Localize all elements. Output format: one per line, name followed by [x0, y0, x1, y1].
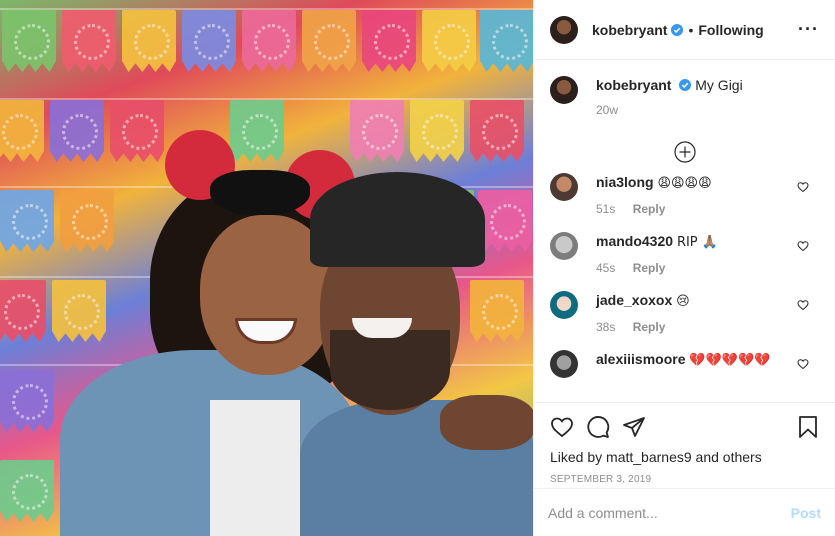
post-actions: Liked by matt_barnes9 and others SEPTEMB… [534, 402, 835, 488]
caption-avatar[interactable] [550, 76, 578, 104]
likes-suffix[interactable]: and others [696, 449, 762, 465]
comment-avatar[interactable] [550, 232, 578, 260]
comment-icon[interactable] [586, 415, 610, 439]
papel-picado-flag [242, 10, 296, 72]
likes-prefix: Liked by [550, 449, 603, 465]
sequin-bow [210, 170, 310, 216]
likes-summary: Liked by matt_barnes9 and others [550, 449, 819, 465]
author-username[interactable]: kobebryant [592, 22, 667, 38]
heart-icon[interactable] [550, 415, 574, 439]
papel-picado-flag [0, 100, 44, 162]
comment-item: mando4320 RIP 🙏🏽 45s Reply [550, 232, 819, 275]
comment-username[interactable]: jade_xoxox [596, 292, 672, 308]
man-cap [310, 172, 485, 267]
author-avatar[interactable] [550, 15, 578, 44]
post-sidebar: kobebryant • Following ··· kobebryant My… [533, 0, 835, 536]
caption-text: My Gigi [695, 77, 743, 93]
reply-button[interactable]: Reply [633, 261, 666, 275]
papel-picado-flag [350, 100, 404, 162]
comment-item: nia3long 😩😩😩😩 51s Reply [550, 173, 819, 216]
comment-time[interactable]: 51s [596, 202, 615, 216]
papel-picado-flag [52, 280, 106, 342]
banner-string [0, 8, 533, 10]
papel-picado-flag [0, 460, 54, 522]
post-comment-button[interactable]: Post [791, 505, 821, 521]
comment-heart-icon[interactable] [797, 240, 809, 252]
separator-dot: • [688, 21, 694, 38]
comment-heart-icon[interactable] [797, 358, 809, 370]
comment-text: 💔💔💔💔💔 [689, 353, 771, 368]
comment-avatar[interactable] [550, 291, 578, 319]
post-caption: kobebryant My Gigi 20w [550, 76, 819, 117]
girl-shirt [210, 400, 300, 536]
comment-username[interactable]: mando4320 [596, 233, 673, 249]
bookmark-icon[interactable] [797, 415, 819, 439]
papel-picado-flag [422, 10, 476, 72]
comment-text: 😢 [676, 294, 690, 309]
papel-picado-flag [62, 10, 116, 72]
comment-text: 😩😩😩😩 [657, 176, 712, 191]
papel-picado-flag [0, 370, 54, 432]
verified-badge-icon [679, 79, 692, 91]
liked-by-user[interactable]: matt_barnes9 [606, 449, 692, 465]
man-beard [330, 330, 450, 410]
plus-circle-icon[interactable] [673, 141, 696, 163]
papel-picado-flag [362, 10, 416, 72]
more-horizontal-icon[interactable]: ··· [798, 19, 819, 40]
comment-text: RIP 🙏🏽 [676, 235, 718, 250]
comment-avatar[interactable] [550, 173, 578, 201]
caption-username[interactable]: kobebryant [596, 77, 671, 93]
papel-picado-flag [470, 280, 524, 342]
following-button[interactable]: Following [698, 22, 763, 38]
comment-heart-icon[interactable] [797, 299, 809, 311]
papel-picado-flag [478, 190, 532, 252]
comment-heart-icon[interactable] [797, 181, 809, 193]
comment-item: alexiiismoore 💔💔💔💔💔 [550, 350, 819, 378]
papel-picado-flag [302, 10, 356, 72]
reply-button[interactable]: Reply [633, 202, 666, 216]
comment-input[interactable] [548, 504, 791, 521]
papel-picado-flag [410, 100, 464, 162]
load-more-comments[interactable] [550, 141, 819, 163]
papel-picado-flag [230, 100, 284, 162]
papel-picado-flag [122, 10, 176, 72]
comment-time[interactable]: 38s [596, 320, 615, 334]
author-info: kobebryant • Following [592, 22, 764, 38]
post-photo[interactable] [0, 0, 533, 536]
comment-avatar[interactable] [550, 350, 578, 378]
man-hand [440, 395, 533, 450]
add-comment-bar: Post [534, 488, 835, 536]
banner-string [0, 98, 533, 100]
comments-panel[interactable]: kobebryant My Gigi 20w nia3long 😩😩😩😩 51s… [534, 60, 835, 402]
papel-picado-flag [480, 10, 533, 72]
papel-picado-flag [470, 100, 524, 162]
post-date[interactable]: SEPTEMBER 3, 2019 [550, 474, 819, 485]
comment-time[interactable]: 45s [596, 261, 615, 275]
comment-item: jade_xoxox 😢 38s Reply [550, 291, 819, 334]
papel-picado-flag [182, 10, 236, 72]
comment-username[interactable]: alexiiismoore [596, 351, 686, 367]
post-header: kobebryant • Following ··· [534, 0, 835, 60]
papel-picado-flag [2, 10, 56, 72]
share-icon[interactable] [622, 415, 646, 439]
verified-badge-icon [671, 23, 684, 36]
papel-picado-flag [0, 280, 46, 342]
papel-picado-flag [60, 190, 114, 252]
papel-picado-flag [110, 100, 164, 162]
comment-username[interactable]: nia3long [596, 174, 654, 190]
papel-picado-flag [50, 100, 104, 162]
instagram-post: kobebryant • Following ··· kobebryant My… [0, 0, 835, 536]
reply-button[interactable]: Reply [633, 320, 666, 334]
papel-picado-flag [0, 190, 54, 252]
caption-time[interactable]: 20w [596, 103, 618, 117]
